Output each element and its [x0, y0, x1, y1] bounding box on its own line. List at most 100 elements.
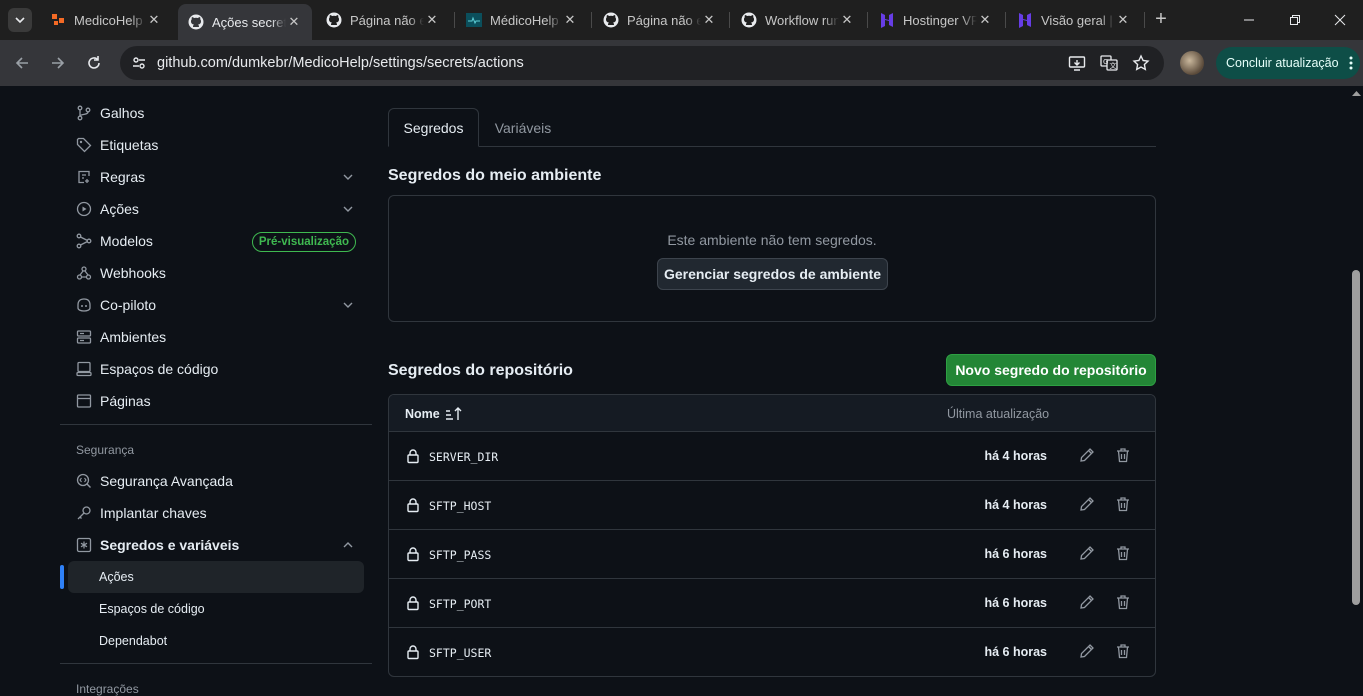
secret-name: SFTP_HOST [429, 499, 492, 513]
rules-icon [76, 169, 92, 185]
close-icon[interactable]: ✕ [562, 12, 578, 28]
tab-search-button[interactable] [8, 8, 32, 32]
scrollbar-thumb[interactable] [1352, 270, 1360, 605]
close-icon[interactable]: ✕ [701, 12, 717, 28]
profile-avatar[interactable] [1180, 51, 1204, 75]
pencil-icon[interactable] [1079, 594, 1095, 610]
new-tab-icon[interactable]: + [1150, 8, 1172, 32]
browser-tab[interactable]: Visão geral | Hostinger ✕ [1007, 6, 1141, 34]
close-icon[interactable]: ✕ [977, 12, 993, 28]
table-row: SFTP_PASS há 6 horas [389, 530, 1155, 579]
site-info-icon[interactable] [130, 54, 148, 72]
browser-tab[interactable]: Página não encontrada ✕ [593, 6, 727, 34]
browser-tab[interactable]: Hostinger VPS ✕ [869, 6, 1003, 34]
secret-updated: há 4 horas [984, 449, 1047, 463]
browser-tab-active[interactable]: Ações secretas ✕ [178, 4, 312, 40]
close-icon[interactable]: ✕ [286, 14, 302, 30]
sidebar-subitem-acoes[interactable]: Ações [68, 561, 364, 593]
secret-updated: há 6 horas [984, 645, 1047, 659]
sidebar-subitem-codespaces[interactable]: Espaços de código [68, 593, 364, 625]
sidebar-item-modelos[interactable]: Modelos Pré-visualização [68, 225, 364, 257]
tab-label: Ações secretas [212, 14, 286, 30]
translate-icon[interactable]: G文 [1100, 54, 1118, 72]
sort-ascending-icon[interactable] [445, 406, 463, 422]
sidebar-item-secrets-variables[interactable]: Segredos e variáveis [68, 529, 364, 561]
manage-env-secrets-button[interactable]: Gerenciar segredos de ambiente [657, 258, 888, 290]
bookmark-star-icon[interactable] [1132, 54, 1150, 72]
sidebar-item-label: Ações [100, 201, 139, 217]
more-vert-icon [1349, 56, 1353, 70]
forward-icon[interactable] [46, 51, 70, 75]
browser-tab[interactable]: MedicoHelp ✕ [40, 6, 172, 34]
sidebar-item-galhos[interactable]: Galhos [68, 97, 364, 129]
tab-variaveis[interactable]: Variáveis [480, 108, 566, 147]
chevron-down-icon [340, 201, 356, 217]
tab-separator [454, 12, 455, 28]
svg-text:G: G [1103, 58, 1108, 66]
secret-name: SFTP_USER [429, 646, 492, 660]
table-row: SFTP_PORT há 6 horas [389, 579, 1155, 628]
minimize-icon[interactable] [1226, 0, 1272, 40]
sidebar-item-paginas[interactable]: Páginas [68, 385, 364, 417]
sidebar-item-codespaces[interactable]: Espaços de código [68, 353, 364, 385]
browser-tab[interactable]: MédicoHelp ✕ [456, 6, 588, 34]
address-bar[interactable]: github.com/dumkebr/MedicoHelp/settings/s… [120, 46, 1164, 80]
close-icon[interactable]: ✕ [146, 12, 162, 28]
back-icon[interactable] [10, 51, 34, 75]
lock-icon [407, 449, 419, 464]
new-repo-secret-button[interactable]: Novo segredo do repositório [946, 354, 1156, 386]
sidebar-item-etiquetas[interactable]: Etiquetas [68, 129, 364, 161]
chevron-down-icon [340, 297, 356, 313]
sidebar-item-advanced-security[interactable]: Segurança Avançada [68, 465, 364, 497]
chevron-down-icon [340, 169, 356, 185]
pencil-icon[interactable] [1079, 545, 1095, 561]
medicohelp-icon [50, 12, 66, 28]
env-empty-message: Este ambiente não tem segredos. [667, 232, 877, 248]
install-app-icon[interactable] [1068, 54, 1086, 72]
github-icon [603, 12, 619, 28]
sidebar-item-deploy-keys[interactable]: Implantar chaves [68, 497, 364, 529]
trash-icon[interactable] [1115, 545, 1131, 561]
browser-tab[interactable]: Página não encontrada ✕ [316, 6, 450, 34]
scroll-up-icon[interactable] [1352, 90, 1361, 96]
tab-separator [591, 12, 592, 28]
secret-updated: há 4 horas [984, 498, 1047, 512]
sidebar-item-label: Regras [100, 169, 146, 185]
pencil-icon[interactable] [1079, 496, 1095, 512]
sidebar-item-label: Segredos e variáveis [100, 537, 240, 553]
sidebar-item-label: Ambientes [100, 329, 167, 345]
tabs-underline [388, 146, 1156, 147]
sidebar-item-copiloto[interactable]: Co-piloto [68, 289, 364, 321]
trash-icon[interactable] [1115, 643, 1131, 659]
browser-tab[interactable]: Workflow runs ✕ [731, 6, 865, 34]
browser-toolbar: github.com/dumkebr/MedicoHelp/settings/s… [0, 40, 1363, 86]
webhook-icon [76, 265, 92, 281]
column-header-name[interactable]: Nome [405, 407, 440, 421]
sidebar-subitem-dependabot[interactable]: Dependabot [68, 625, 364, 657]
trash-icon[interactable] [1115, 594, 1131, 610]
server-icon [76, 329, 92, 345]
sidebar-item-webhooks[interactable]: Webhooks [68, 257, 364, 289]
sidebar-item-acoes[interactable]: Ações [68, 193, 364, 225]
sidebar-item-ambientes[interactable]: Ambientes [68, 321, 364, 353]
trash-icon[interactable] [1115, 496, 1131, 512]
restore-icon[interactable] [1272, 0, 1318, 40]
pencil-icon[interactable] [1079, 447, 1095, 463]
close-icon[interactable]: ✕ [1115, 12, 1131, 28]
url-text[interactable]: github.com/dumkebr/MedicoHelp/settings/s… [157, 55, 524, 71]
asterisk-icon [76, 537, 92, 553]
tab-label: Página não encontrada [627, 12, 701, 28]
tab-label: Visão geral | Hostinger [1041, 12, 1115, 28]
close-icon[interactable]: ✕ [424, 12, 440, 28]
pencil-icon[interactable] [1079, 643, 1095, 659]
update-button[interactable]: Concluir atualização [1216, 47, 1360, 79]
trash-icon[interactable] [1115, 447, 1131, 463]
sidebar-item-regras[interactable]: Regras [68, 161, 364, 193]
reload-icon[interactable] [82, 51, 106, 75]
tab-segredos[interactable]: Segredos [388, 108, 479, 147]
tag-icon [76, 137, 92, 153]
close-icon[interactable]: ✕ [839, 12, 855, 28]
medicohelp-app-icon [466, 12, 482, 28]
table-row: SERVER_DIR há 4 horas [389, 432, 1155, 481]
window-close-icon[interactable] [1317, 0, 1363, 40]
